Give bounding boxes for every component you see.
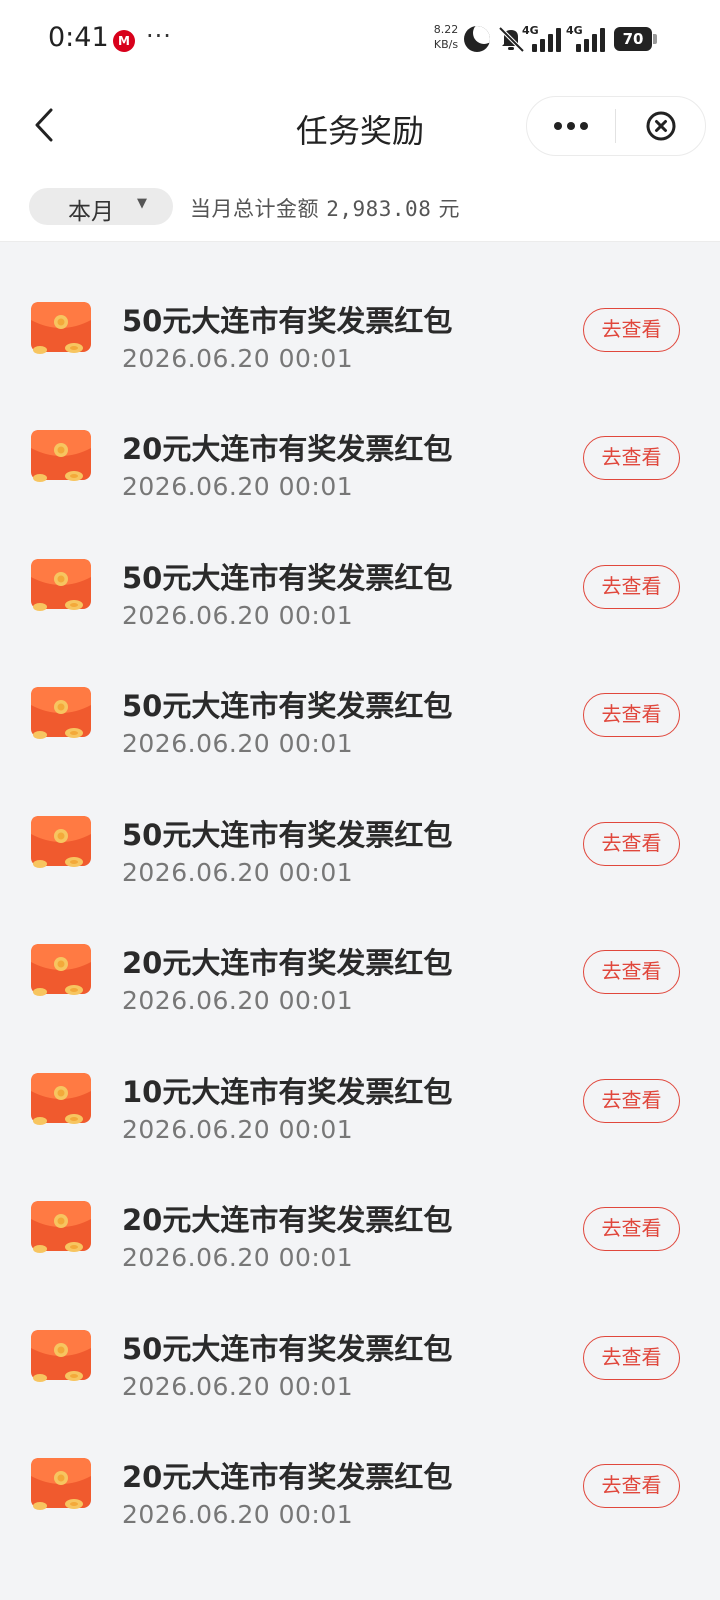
reward-time: 2026.06.20 00:01 — [122, 1500, 354, 1529]
do-not-disturb-icon — [464, 26, 490, 52]
reward-list-item: 20元大连市有奖发票红包 2026.06.20 00:01 去查看 — [0, 404, 720, 533]
reward-list-item: 50元大连市有奖发票红包 2026.06.20 00:01 去查看 — [0, 1304, 720, 1433]
reward-title: 10元大连市有奖发票红包 — [122, 1074, 453, 1109]
signal-sim1-icon: 4G — [522, 24, 566, 52]
view-reward-button[interactable]: 去查看 — [583, 1207, 680, 1251]
reward-title: 50元大连市有奖发票红包 — [122, 689, 453, 723]
reward-title: 50元大连市有奖发票红包 — [122, 1331, 453, 1366]
red-envelope-icon — [31, 1201, 91, 1253]
reward-title: 50元大连市有奖发票红包 — [122, 817, 453, 852]
reward-list-item: 20元大连市有奖发票红包 2026.06.20 00:01 去查看 — [0, 243, 720, 276]
view-reward-button[interactable]: 去查看 — [583, 436, 680, 480]
reward-title: 50元大连市有奖发票红包 — [122, 303, 453, 338]
reward-time: 2026.06.20 00:01 — [122, 600, 354, 630]
filter-bar: 本月 ▼ 当月总计金额 2,983.08 元 — [0, 170, 720, 242]
red-envelope-icon — [31, 430, 91, 482]
view-reward-button[interactable]: 去查看 — [583, 1078, 680, 1123]
reward-time: 2026.06.20 00:01 — [122, 986, 354, 1015]
monthly-total-unit: 元 — [431, 197, 461, 221]
reward-list: 20元大连市有奖发票红包 2026.06.20 00:01 去查看 50元大连市… — [0, 243, 720, 1561]
reward-time: 2026.06.20 00:01 — [122, 857, 354, 887]
view-reward-button[interactable]: 去查看 — [583, 307, 680, 352]
view-reward-button[interactable]: 去查看 — [583, 821, 680, 866]
monthly-total-amount: 2,983.08 — [326, 197, 432, 221]
more-dots-icon — [554, 122, 588, 130]
reward-time: 2026.06.20 00:01 — [122, 343, 354, 373]
reward-title: 20元大连市有奖发票红包 — [122, 432, 453, 466]
close-circle-icon — [646, 111, 676, 141]
signal-sim2-icon: 4G — [566, 24, 610, 52]
red-envelope-icon — [31, 1072, 91, 1125]
battery-icon: 70 — [614, 27, 657, 51]
reward-list-item: 20元大连市有奖发票红包 2026.06.20 00:01 去查看 — [0, 1175, 720, 1304]
red-envelope-icon — [31, 944, 91, 996]
nav-bar: 任务奖励 — [0, 80, 720, 170]
month-selector-label: 本月 — [68, 199, 114, 225]
sim2-network-type: 4G — [566, 24, 583, 37]
month-selector[interactable]: 本月 ▼ — [29, 188, 173, 225]
red-envelope-icon — [31, 301, 91, 354]
reward-list-viewport[interactable]: 20元大连市有奖发票红包 2026.06.20 00:01 去查看 50元大连市… — [0, 243, 720, 1600]
close-mini-program-button[interactable] — [616, 97, 706, 155]
red-envelope-icon — [31, 1329, 91, 1382]
network-speed-value: 8.22 — [433, 23, 459, 36]
red-envelope-icon — [31, 1458, 91, 1510]
status-time: 0:41 — [48, 22, 109, 53]
reward-list-item: 50元大连市有奖发票红包 2026.06.20 00:01 去查看 — [0, 276, 720, 405]
red-envelope-icon — [31, 815, 91, 868]
reward-title: 20元大连市有奖发票红包 — [122, 1460, 453, 1494]
red-envelope-icon — [31, 558, 91, 611]
reward-time: 2026.06.20 00:01 — [122, 243, 353, 244]
monthly-total: 当月总计金额 2,983.08 元 — [190, 193, 460, 223]
more-options-button[interactable] — [527, 97, 615, 155]
app-notification-icon: M — [113, 30, 135, 52]
reward-list-item: 20元大连市有奖发票红包 2026.06.20 00:01 去查看 — [0, 918, 720, 1047]
view-reward-button[interactable]: 去查看 — [583, 950, 680, 994]
reward-time: 2026.06.20 00:01 — [122, 1243, 354, 1272]
reward-time: 2026.06.20 00:01 — [122, 729, 354, 758]
reward-time: 2026.06.20 00:01 — [122, 1371, 354, 1401]
reward-list-item: 50元大连市有奖发票红包 2026.06.20 00:01 去查看 — [0, 790, 720, 919]
reward-list-item: 10元大连市有奖发票红包 2026.06.20 00:01 去查看 — [0, 1047, 720, 1176]
reward-time: 2026.06.20 00:01 — [122, 1114, 354, 1144]
reward-title: 50元大连市有奖发票红包 — [122, 560, 453, 595]
view-reward-button[interactable]: 去查看 — [583, 564, 680, 609]
reward-list-item: 50元大连市有奖发票红包 2026.06.20 00:01 去查看 — [0, 533, 720, 662]
reward-list-item: 20元大连市有奖发票红包 2026.06.20 00:01 去查看 — [0, 1432, 720, 1561]
reward-time: 2026.06.20 00:01 — [122, 472, 354, 501]
network-speed-unit: KB/s — [433, 38, 459, 51]
sim1-network-type: 4G — [522, 24, 539, 37]
network-speed: 8.22 KB/s — [428, 22, 464, 52]
red-envelope-icon — [31, 687, 91, 739]
reward-title: 20元大连市有奖发票红包 — [122, 1203, 453, 1237]
view-reward-button[interactable]: 去查看 — [583, 693, 680, 737]
reward-title: 20元大连市有奖发票红包 — [122, 946, 453, 980]
reward-list-item: 50元大连市有奖发票红包 2026.06.20 00:01 去查看 — [0, 661, 720, 790]
monthly-total-prefix: 当月总计金额 — [190, 197, 327, 221]
view-reward-button[interactable]: 去查看 — [583, 1335, 680, 1380]
status-bar: 0:41 M ··· 8.22 KB/s 4G 4G 70 — [0, 0, 720, 80]
mini-program-capsule — [526, 96, 706, 156]
dropdown-arrow-icon: ▼ — [137, 196, 147, 211]
more-notifications-icon: ··· — [146, 22, 172, 50]
view-reward-button[interactable]: 去查看 — [583, 1464, 680, 1508]
